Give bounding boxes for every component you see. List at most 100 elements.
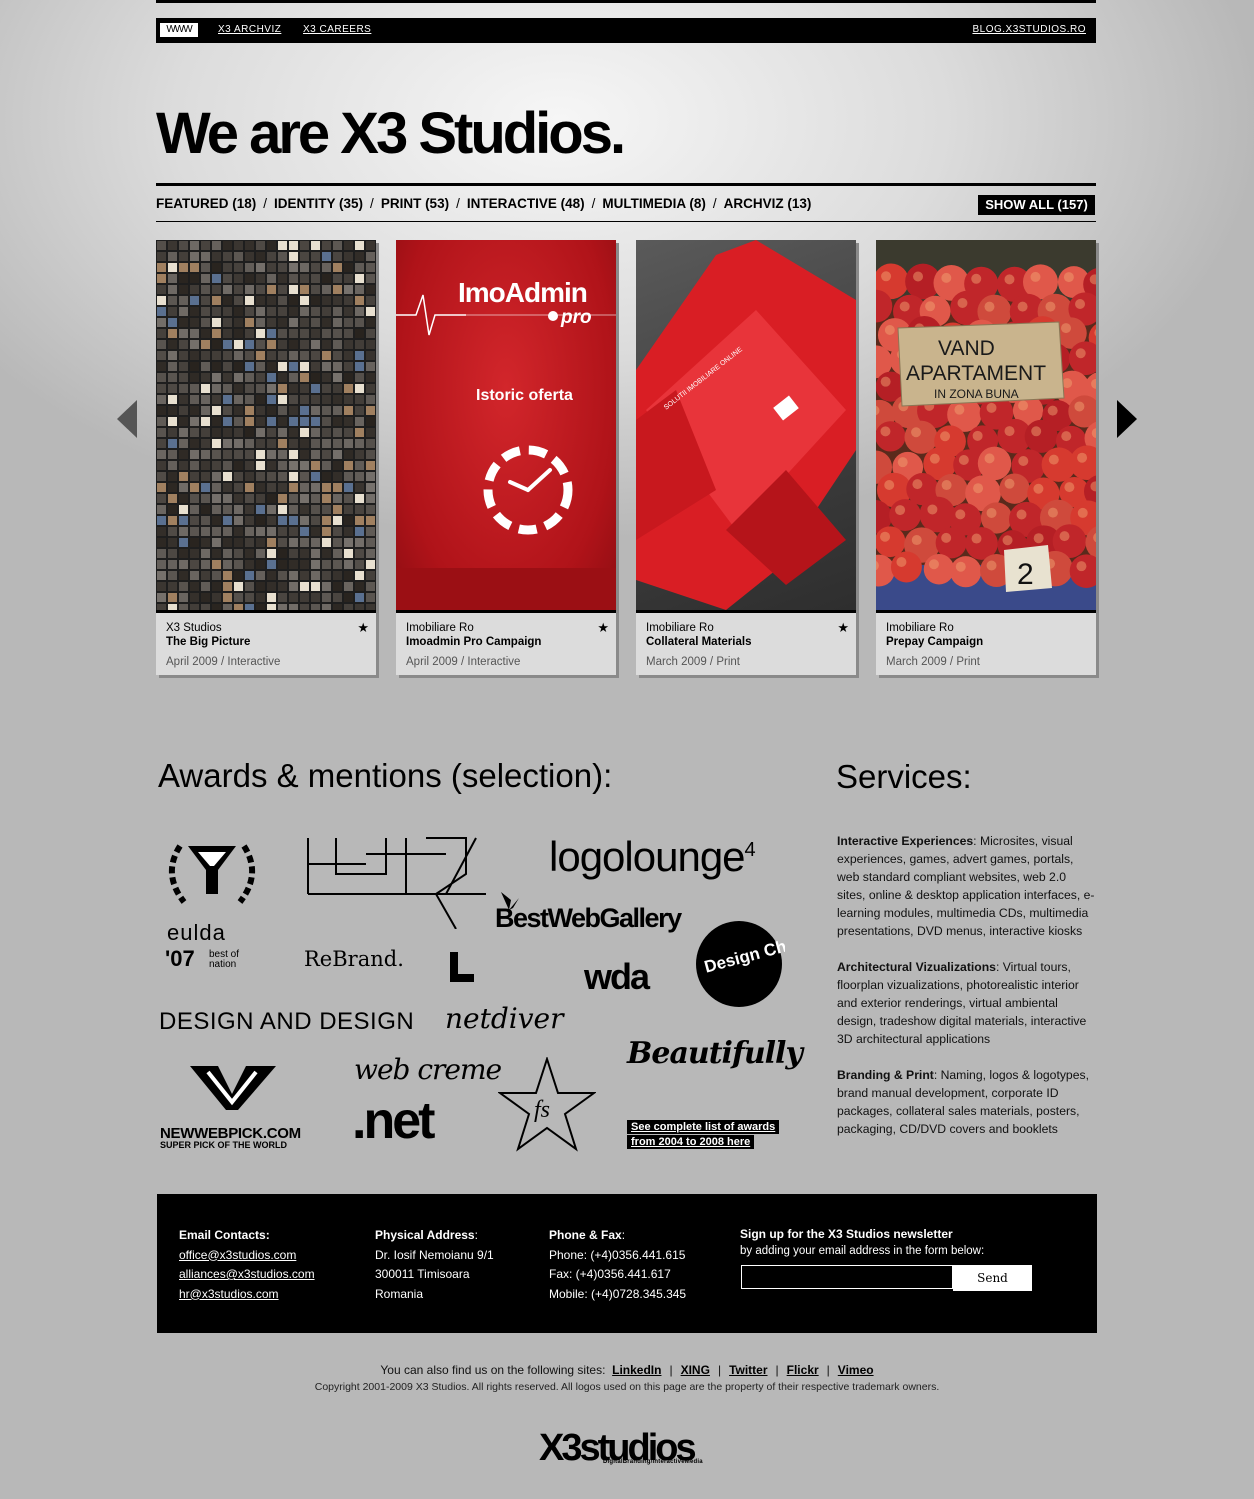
filter-featured[interactable]: FEATURED (18) — [156, 196, 256, 211]
address-line: Romania — [375, 1286, 424, 1301]
address-line: Dr. Iosif Nemoianu 9/1 — [375, 1247, 494, 1262]
portfolio-caption: Imobiliare Ro Collateral Materials March… — [636, 610, 856, 675]
category-filters: FEATURED (18) / IDENTITY (35) / PRINT (53) / I… — [156, 196, 811, 211]
portfolio-client: Imobiliare Ro — [646, 622, 714, 634]
portfolio-meta: April 2009 / Interactive — [406, 656, 521, 668]
eulda-laurel-icon — [168, 844, 256, 904]
social-links: You can also find us on the following si… — [380, 1363, 874, 1377]
portfolio-thumbnail[interactable]: VAND APARTAMENT IN ZONA BUNA 2 — [876, 240, 1096, 610]
dotnet-logo[interactable]: .net — [352, 1091, 435, 1151]
eulda-best-of: best of nation — [209, 949, 240, 970]
portfolio-thumbnail[interactable]: ImoAdmin pro Istoric oferta — [396, 240, 616, 610]
portfolio-client: Imobiliare Ro — [886, 622, 954, 634]
filter-archviz[interactable]: ARCHVIZ (13) — [724, 196, 812, 211]
netdiver-logo[interactable]: netdiver — [445, 1002, 564, 1035]
show-all-button[interactable]: SHOW ALL (157) — [978, 195, 1095, 215]
filter-multimedia[interactable]: MULTIMEDIA (8) — [602, 196, 706, 211]
butterfly-icon — [501, 892, 519, 910]
newsletter-send-button[interactable]: Send — [953, 1265, 1032, 1291]
see-all-awards-link[interactable]: See complete list of awards from 2004 to … — [627, 1120, 780, 1150]
featured-star-icon: ★ — [597, 620, 609, 635]
social-intro: You can also find us on the following si… — [380, 1363, 606, 1377]
design-and-design-logo[interactable]: DESIGN AND DESIGN — [159, 1008, 414, 1036]
contact-footer: Email Contacts: office@x3studios.com all… — [157, 1194, 1097, 1333]
portfolio-caption: Imobiliare Ro Imoadmin Pro Campaign Apri… — [396, 610, 616, 675]
rebrand-logo[interactable]: ReBrand. — [304, 947, 404, 971]
carousel-prev-arrow-icon[interactable] — [117, 400, 137, 438]
email-contacts: Email Contacts: office@x3studios.com all… — [179, 1226, 315, 1304]
social-link-twitter[interactable]: Twitter — [729, 1363, 767, 1377]
wda-logo[interactable]: wda — [584, 956, 650, 998]
sign-line-2: APARTAMENT — [906, 362, 1046, 385]
filter-identity[interactable]: IDENTITY (35) — [274, 196, 363, 211]
price-tag-text: 2 — [1017, 558, 1034, 591]
portfolio-card-collateral[interactable]: SOLUTII IMOBILIARE ONLINE Imobiliare Ro … — [636, 240, 856, 675]
www-logo[interactable]: WWW — [160, 23, 198, 37]
filter-separator: / — [712, 196, 717, 211]
physical-address: Physical Address: Dr. Iosif Nemoianu 9/1… — [375, 1226, 494, 1304]
page-title: We are X3 Studios. — [156, 101, 626, 166]
webcreme-logo[interactable]: web creme — [354, 1053, 502, 1086]
newsletter-heading: Sign up for the X3 Studios newsletter — [740, 1227, 953, 1241]
social-link-flickr[interactable]: Flickr — [787, 1363, 819, 1377]
apples-photo: VAND APARTAMENT IN ZONA BUNA 2 — [876, 240, 1096, 610]
phone-heading: Phone & Fax — [549, 1228, 622, 1242]
portfolio-title[interactable]: Collateral Materials — [646, 636, 751, 648]
service-item: Branding & Print: Naming, logos & logoty… — [837, 1068, 1089, 1136]
services-heading: Services: — [836, 758, 972, 795]
portfolio-title[interactable]: Prepay Campaign — [886, 636, 983, 648]
email-link-alliances[interactable]: alliances@x3studios.com — [179, 1267, 315, 1281]
newwebpick-sub: SUPER PICK OF THE WORLD — [160, 1140, 288, 1150]
nav-link-careers[interactable]: X3 CAREERS — [303, 24, 371, 35]
portfolio-card-imoadmin[interactable]: ImoAdmin pro Istoric oferta Imobiliare R… — [396, 240, 616, 675]
portfolio-thumbnail[interactable]: SOLUTII IMOBILIARE ONLINE — [636, 240, 856, 610]
social-link-linkedin[interactable]: LinkedIn — [612, 1363, 661, 1377]
featured-star-icon: ★ — [837, 620, 849, 635]
services-list: Interactive Experiences: Microsites, vis… — [837, 832, 1097, 1156]
imoadmin-pro-text: pro — [560, 307, 592, 328]
social-link-xing[interactable]: XING — [681, 1363, 710, 1377]
filter-bottom-rule — [156, 221, 1096, 222]
phone-fax: Phone & Fax: Phone: (+4)0356.441.615 Fax… — [549, 1226, 686, 1304]
email-heading: Email Contacts: — [179, 1228, 270, 1242]
filter-interactive[interactable]: INTERACTIVE (48) — [467, 196, 585, 211]
mosaic-image — [156, 240, 376, 610]
x3studios-footer-tagline: DigitalBranding/InteractiveMedia — [603, 1459, 703, 1465]
beautifully-logo[interactable]: Beautifully — [627, 1036, 803, 1071]
filter-separator: / — [456, 196, 460, 211]
svg-text:fs: fs — [534, 1097, 550, 1123]
nav-link-archviz[interactable]: X3 ARCHVIZ — [218, 24, 281, 35]
social-link-vimeo[interactable]: Vimeo — [838, 1363, 874, 1377]
featured-star-icon: ★ — [357, 620, 369, 635]
fs-star-logo[interactable]: fs — [498, 1057, 596, 1152]
filter-print[interactable]: PRINT (53) — [381, 196, 449, 211]
service-item: Architectural Vizualizations: Virtual to… — [837, 960, 1087, 1046]
portfolio-card-big-picture[interactable]: X3 Studios The Big Picture April 2009 / … — [156, 240, 376, 675]
email-link-hr[interactable]: hr@x3studios.com — [179, 1287, 279, 1301]
awards-heading: Awards & mentions (selection): — [158, 757, 613, 794]
line-art-logo-icon[interactable] — [306, 834, 488, 929]
portfolio-title[interactable]: The Big Picture — [166, 636, 250, 648]
portfolio-thumbnail[interactable] — [156, 240, 376, 610]
portfolio-client: Imobiliare Ro — [406, 622, 474, 634]
carousel-next-arrow-icon[interactable] — [1117, 400, 1137, 438]
eulda-logo[interactable]: eulda — [167, 920, 226, 946]
fax-line: Fax: (+4)0356.441.617 — [549, 1267, 671, 1281]
imoadmin-logo-text: ImoAdmin — [458, 277, 587, 308]
portfolio-card-prepay[interactable]: VAND APARTAMENT IN ZONA BUNA 2 Imobiliar… — [876, 240, 1096, 675]
nav-link-blog[interactable]: BLOG.X3STUDIOS.RO — [972, 24, 1086, 35]
logolounge-logo[interactable]: logolounge4 — [549, 833, 756, 881]
portfolio-meta: April 2009 / Interactive — [166, 656, 281, 668]
top-navbar: WWW X3 ARCHVIZ X3 CAREERS BLOG.X3STUDIOS… — [156, 18, 1096, 43]
clock-icon — [483, 445, 573, 535]
l-logo-icon[interactable] — [450, 952, 476, 982]
sign-line-3: IN ZONA BUNA — [934, 387, 1019, 401]
newsletter: Sign up for the X3 Studios newsletter by… — [740, 1226, 984, 1260]
email-link-office[interactable]: office@x3studios.com — [179, 1248, 296, 1262]
address-heading: Physical Address — [375, 1228, 475, 1242]
filter-top-rule — [156, 183, 1096, 186]
portfolio-title[interactable]: Imoadmin Pro Campaign — [406, 636, 541, 648]
newsletter-email-input[interactable] — [741, 1265, 953, 1289]
portfolio-caption: X3 Studios The Big Picture April 2009 / … — [156, 610, 376, 675]
design-charts-logo[interactable]: Design Charts — [695, 920, 785, 1010]
